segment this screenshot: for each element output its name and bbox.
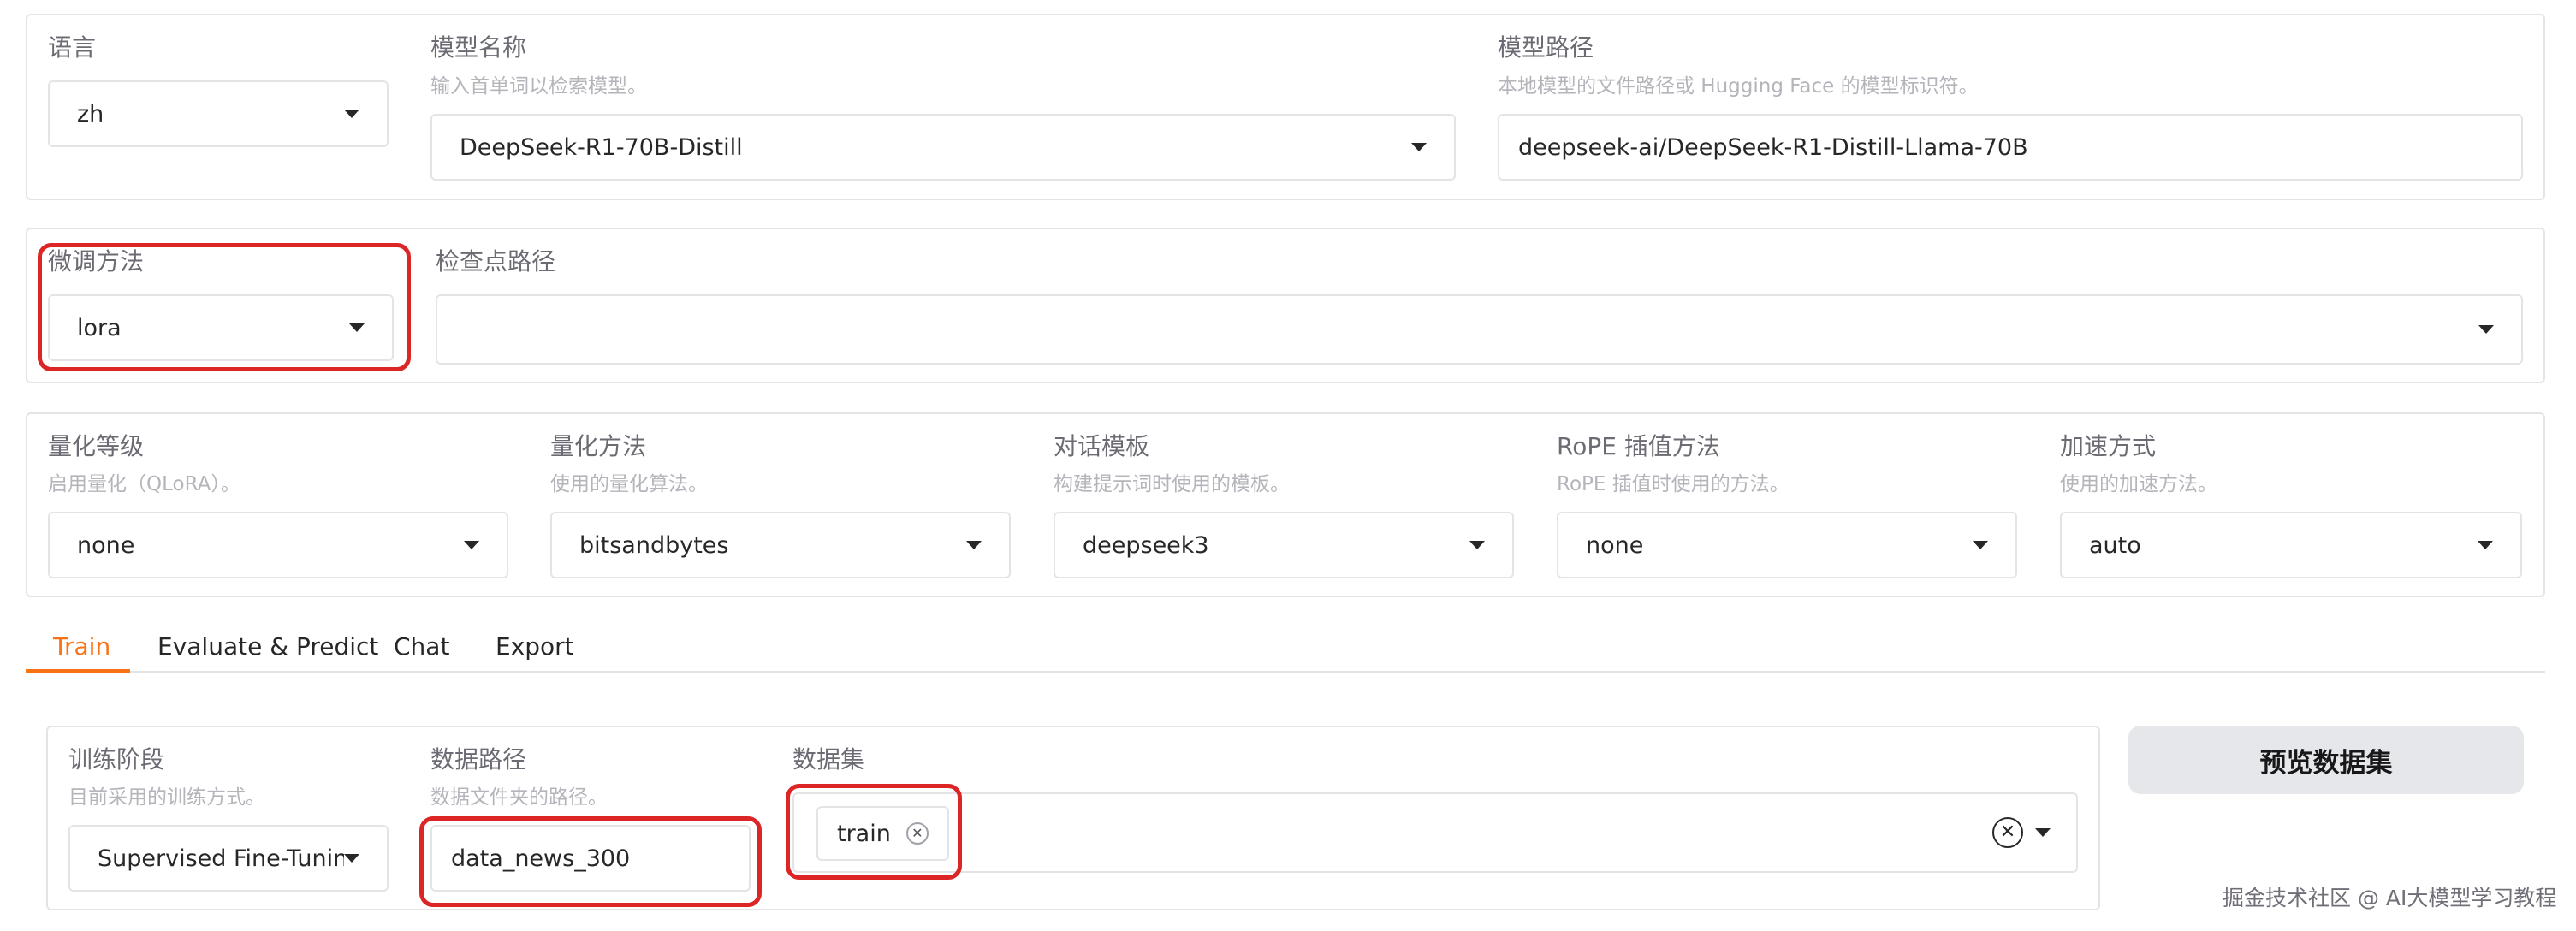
finetune-method-value: lora xyxy=(77,314,122,341)
dropdown-caret-icon xyxy=(1973,541,1988,549)
template-label: 对话模板 xyxy=(1054,432,1150,460)
template-info: 构建提示词时使用的模板。 xyxy=(1054,473,1290,495)
tab-train-underline xyxy=(26,669,130,673)
language-value: zh xyxy=(77,100,104,127)
tabs-divider xyxy=(26,671,2545,673)
dataset-dir-info: 数据文件夹的路径。 xyxy=(430,786,608,809)
checkpoint-dropdown[interactable] xyxy=(436,294,2523,365)
language-label: 语言 xyxy=(48,33,97,62)
watermark: 掘金技术社区 @ AI大模型学习教程 xyxy=(2223,886,2557,910)
model-name-value: DeepSeek-R1-70B-Distill xyxy=(460,133,743,161)
quant-bit-value: none xyxy=(77,531,135,559)
tab-train[interactable]: Train xyxy=(53,630,110,664)
dropdown-caret-icon xyxy=(1411,143,1427,151)
finetune-method-dropdown[interactable]: lora xyxy=(48,294,394,361)
quant-bit-info: 启用量化（QLoRA）。 xyxy=(48,473,240,495)
model-path-info: 本地模型的文件路径或 Hugging Face 的模型标识符。 xyxy=(1498,75,1979,98)
stage-info: 目前采用的训练方式。 xyxy=(68,786,265,809)
quant-bit-dropdown[interactable]: none xyxy=(48,512,508,578)
rope-label: RoPE 插值方法 xyxy=(1557,432,1720,460)
language-dropdown[interactable]: zh xyxy=(48,80,389,147)
quant-method-info: 使用的量化算法。 xyxy=(550,473,708,495)
booster-info: 使用的加速方法。 xyxy=(2060,473,2217,495)
model-path-value: deepseek-ai/DeepSeek-R1-Distill-Llama-70… xyxy=(1518,133,2028,161)
dataset-label: 数据集 xyxy=(792,745,865,774)
dataset-dir-value: data_news_300 xyxy=(451,845,631,872)
booster-dropdown[interactable]: auto xyxy=(2060,512,2522,578)
rope-dropdown[interactable]: none xyxy=(1557,512,2017,578)
rope-value: none xyxy=(1586,531,1644,559)
dropdown-caret-icon xyxy=(2035,828,2051,837)
dataset-dir-label: 数据路径 xyxy=(430,745,527,774)
quant-method-dropdown[interactable]: bitsandbytes xyxy=(550,512,1011,578)
booster-label: 加速方式 xyxy=(2060,432,2157,460)
tab-evaluate-predict[interactable]: Evaluate & Predict xyxy=(157,630,378,664)
stage-value: Supervised Fine-Tuning xyxy=(98,845,344,872)
checkpoint-label: 检查点路径 xyxy=(436,247,556,276)
model-name-label: 模型名称 xyxy=(430,33,527,62)
stage-dropdown[interactable]: Supervised Fine-Tuning xyxy=(68,825,389,892)
stage-label: 训练阶段 xyxy=(68,745,165,774)
dropdown-caret-icon xyxy=(349,323,365,332)
dropdown-caret-icon xyxy=(966,541,982,549)
tab-chat[interactable]: Chat xyxy=(394,630,449,664)
finetune-method-label: 微调方法 xyxy=(48,247,145,276)
dropdown-caret-icon xyxy=(344,110,359,118)
dataset-multiselect[interactable]: ✕ xyxy=(792,792,2078,873)
preview-dataset-button[interactable]: 预览数据集 xyxy=(2128,726,2524,794)
template-dropdown[interactable]: deepseek3 xyxy=(1054,512,1514,578)
rope-info: RoPE 插值时使用的方法。 xyxy=(1557,473,1790,495)
quant-bit-label: 量化等级 xyxy=(48,432,145,460)
dropdown-caret-icon xyxy=(344,854,359,863)
dropdown-caret-icon xyxy=(2478,541,2493,549)
booster-value: auto xyxy=(2089,531,2141,559)
dropdown-caret-icon xyxy=(1469,541,1485,549)
model-path-input[interactable]: deepseek-ai/DeepSeek-R1-Distill-Llama-70… xyxy=(1498,114,2523,181)
quant-method-label: 量化方法 xyxy=(550,432,647,460)
tab-export[interactable]: Export xyxy=(496,630,574,664)
dataset-dir-input[interactable]: data_news_300 xyxy=(430,825,751,892)
template-value: deepseek3 xyxy=(1083,531,1209,559)
dropdown-caret-icon xyxy=(2478,325,2494,334)
dataset-highlight xyxy=(786,784,962,880)
model-name-info: 输入首单词以检索模型。 xyxy=(430,75,647,98)
dropdown-caret-icon xyxy=(464,541,479,549)
model-name-dropdown[interactable]: DeepSeek-R1-70B-Distill xyxy=(430,114,1456,181)
quant-method-value: bitsandbytes xyxy=(579,531,729,559)
model-path-label: 模型路径 xyxy=(1498,33,1594,62)
clear-icon[interactable]: ✕ xyxy=(1992,817,2023,848)
